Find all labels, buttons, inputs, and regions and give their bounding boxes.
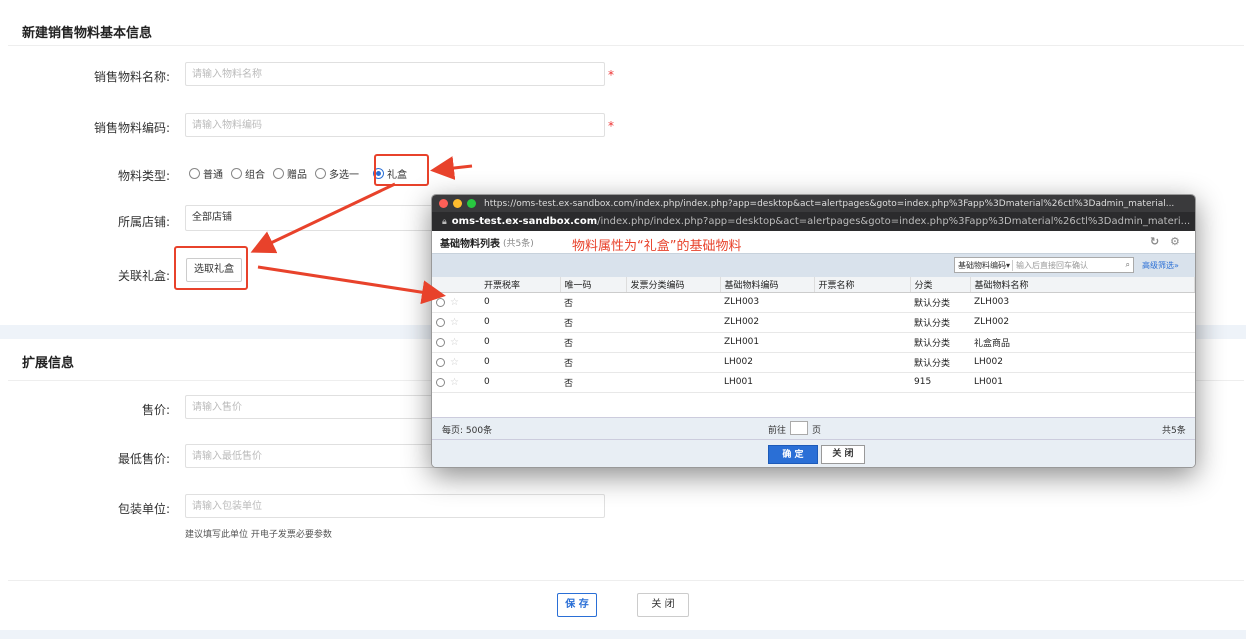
- table-row[interactable]: ☆ 0 否 LH001 915 LH001: [432, 372, 1195, 393]
- search-input[interactable]: 输入后直接回车确认: [1013, 260, 1123, 271]
- select-gift-box-highlight: [174, 246, 248, 290]
- table-header-row: 开票税率 唯一码 发票分类编码 基础物料编码 开票名称 分类 基础物料名称: [432, 277, 1195, 293]
- popup-count: (共5条): [503, 238, 534, 249]
- column-header: 基础物料名称: [970, 277, 1195, 293]
- pagination-bar: 每页: 500条 前往 页 共5条: [432, 417, 1195, 439]
- type-radio-combo[interactable]: 组合: [231, 166, 265, 181]
- lock-icon: 🔒︎: [442, 216, 447, 227]
- popup-toolbar: 基础物料编码▾ 输入后直接回车确认 ⌕ 高级筛选»: [432, 253, 1195, 277]
- address-path: /index.php/index.php?app=desktop&act=ale…: [597, 216, 1191, 227]
- save-button[interactable]: 保 存: [557, 593, 597, 617]
- address-bar[interactable]: 🔒︎ oms-test.ex-sandbox.com/index.php/ind…: [432, 212, 1195, 231]
- window-url-title: https://oms-test.ex-sandbox.com/index.ph…: [484, 198, 1175, 209]
- address-host: oms-test.ex-sandbox.com: [451, 216, 598, 227]
- column-header: 发票分类编码: [626, 277, 721, 293]
- row-radio-icon[interactable]: [436, 357, 445, 367]
- arrow-to-gift-radio: [430, 156, 473, 180]
- table-row[interactable]: ☆ 0 否 LH002 默认分类 LH002: [432, 352, 1195, 373]
- per-page-select[interactable]: 每页: 500条: [442, 423, 492, 436]
- shop-select[interactable]: 全部店铺: [185, 205, 435, 231]
- refresh-icon[interactable]: ↻: [1150, 235, 1159, 248]
- bottom-band: [0, 630, 1246, 639]
- column-header: 分类: [910, 277, 971, 293]
- price-label: 售价:: [141, 403, 170, 417]
- gift-label: 关联礼盒:: [117, 269, 170, 283]
- select-column-header: [432, 277, 480, 293]
- code-required-mark: *: [608, 119, 614, 133]
- unit-hint: 建议填写此单位 开电子发票必要参数: [185, 530, 332, 540]
- name-required-mark: *: [608, 68, 614, 82]
- window-close-icon[interactable]: [439, 199, 448, 208]
- name-label: 销售物料名称:: [93, 70, 170, 84]
- star-icon[interactable]: ☆: [450, 317, 459, 328]
- radio-circle-icon: [273, 168, 284, 179]
- annotation-text: 物料属性为“礼盒”的基础物料: [572, 239, 742, 254]
- goto-page-input[interactable]: [790, 421, 808, 435]
- type-label: 物料类型:: [117, 169, 170, 183]
- title-divider: [8, 45, 1244, 46]
- row-radio-icon[interactable]: [436, 317, 445, 327]
- star-icon[interactable]: ☆: [450, 337, 459, 348]
- radio-circle-icon: [189, 168, 200, 179]
- table-row[interactable]: ☆ 0 否 ZLH003 默认分类 ZLH003: [432, 292, 1195, 313]
- column-header: 开票税率: [480, 277, 561, 293]
- column-header: 开票名称: [814, 277, 911, 293]
- popup-title: 基础物料列表: [440, 238, 500, 250]
- settings-icon[interactable]: ⚙: [1170, 235, 1180, 248]
- table-row[interactable]: ☆ 0 否 ZLH002 默认分类 ZLH002: [432, 312, 1195, 333]
- shop-label: 所属店铺:: [117, 215, 170, 229]
- type-radio-gift[interactable]: 赠品: [273, 166, 307, 181]
- ext-section-title: 扩展信息: [22, 356, 75, 371]
- code-label: 销售物料编码:: [93, 121, 170, 135]
- star-icon[interactable]: ☆: [450, 377, 459, 388]
- popup-button-bar: 确 定 关 闭: [432, 439, 1195, 467]
- min-price-label: 最低售价:: [117, 452, 170, 466]
- material-picker-window: https://oms-test.ex-sandbox.com/index.ph…: [431, 194, 1196, 468]
- goto-prefix: 前往: [768, 426, 787, 436]
- radio-circle-icon: [231, 168, 242, 179]
- popup-close-button[interactable]: 关 闭: [821, 445, 865, 464]
- window-minimize-icon[interactable]: [453, 199, 462, 208]
- footer-divider: [8, 580, 1244, 581]
- search-field-select[interactable]: 基础物料编码▾: [955, 259, 1014, 271]
- window-zoom-icon[interactable]: [467, 199, 476, 208]
- search-box[interactable]: 基础物料编码▾ 输入后直接回车确认 ⌕: [954, 257, 1134, 273]
- unit-label: 包装单位:: [117, 502, 170, 516]
- goto-suffix: 页: [812, 426, 822, 436]
- type-radio-normal[interactable]: 普通: [189, 166, 223, 181]
- window-titlebar: https://oms-test.ex-sandbox.com/index.ph…: [432, 195, 1195, 212]
- row-radio-icon[interactable]: [436, 337, 445, 347]
- material-name-input[interactable]: [185, 62, 605, 86]
- type-radio-pick-one[interactable]: 多选一: [315, 166, 359, 181]
- form-section-title: 新建销售物料基本信息: [22, 26, 153, 41]
- column-header: 基础物料编码: [720, 277, 815, 293]
- advanced-filter-link[interactable]: 高级筛选»: [1142, 260, 1179, 271]
- total-count: 共5条: [1162, 426, 1186, 436]
- confirm-button[interactable]: 确 定: [768, 445, 818, 464]
- column-header: 唯一码: [560, 277, 627, 293]
- material-code-input[interactable]: [185, 113, 605, 137]
- table-row[interactable]: ☆ 0 否 ZLH001 默认分类 礼盒商品: [432, 332, 1195, 353]
- star-icon[interactable]: ☆: [450, 297, 459, 308]
- package-unit-input[interactable]: [185, 494, 605, 518]
- star-icon[interactable]: ☆: [450, 357, 459, 368]
- search-icon[interactable]: ⌕: [1123, 260, 1133, 270]
- gift-box-radio-highlight: [374, 154, 429, 186]
- row-radio-icon[interactable]: [436, 297, 445, 307]
- material-table: 开票税率 唯一码 发票分类编码 基础物料编码 开票名称 分类 基础物料名称 ☆ …: [432, 277, 1195, 393]
- arrow-button-to-popup: [257, 265, 446, 305]
- radio-circle-icon: [315, 168, 326, 179]
- close-button[interactable]: 关 闭: [637, 593, 689, 617]
- row-radio-icon[interactable]: [436, 377, 445, 387]
- popup-header: 基础物料列表 (共5条) 物料属性为“礼盒”的基础物料 ↻ ⚙: [432, 231, 1195, 254]
